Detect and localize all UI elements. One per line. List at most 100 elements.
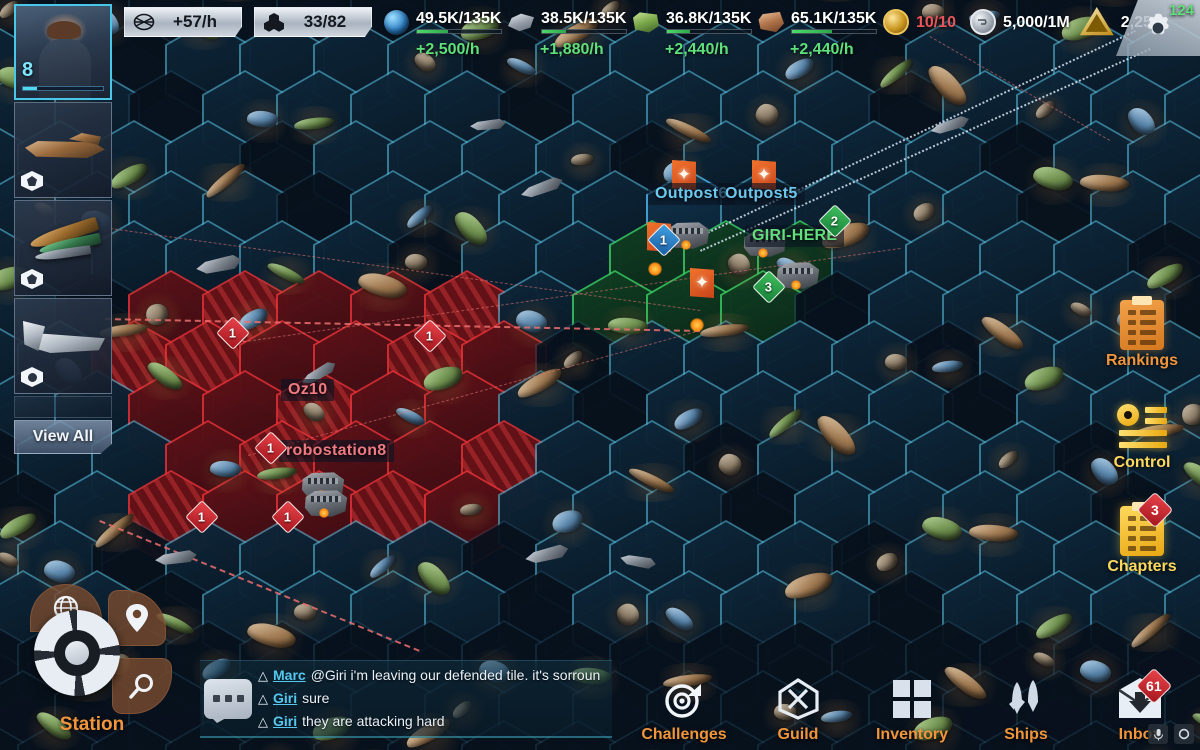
- tile-count-pill[interactable]: 33/82: [254, 7, 372, 37]
- chat-author[interactable]: Marc: [273, 664, 306, 686]
- chapters-badge: 3: [1137, 492, 1174, 529]
- resource-metal[interactable]: 38.5K/135K +1,880/h: [508, 7, 627, 59]
- rail-item-rankings[interactable]: Rankings: [1092, 300, 1192, 370]
- tile-name-label[interactable]: Oz10: [281, 379, 334, 401]
- nav-label-ships: Ships: [1004, 726, 1048, 744]
- record-icon[interactable]: [1174, 724, 1194, 744]
- chat-message[interactable]: △ Marc @Giri i'm leaving our defended ti…: [258, 664, 606, 687]
- faction-icon: △: [258, 688, 268, 710]
- resource-energy[interactable]: 10/10: [883, 7, 956, 37]
- clipboard-icon: 3: [1120, 506, 1164, 556]
- station-wheel: Station: [8, 576, 186, 744]
- currency-coin-value: 5,000/1M: [1003, 14, 1070, 31]
- microphone-icon[interactable]: [1148, 724, 1168, 744]
- commander-xp-bar: [22, 86, 104, 91]
- rail-label-rankings: Rankings: [1106, 352, 1178, 370]
- corner-controls: [1148, 724, 1194, 744]
- chat-text: @Giri i'm leaving our defended tile. it'…: [311, 664, 601, 686]
- resource-metal-bar: [541, 29, 627, 34]
- inbox-badge-count: 61: [1146, 678, 1162, 694]
- chat-text: sure: [302, 687, 329, 709]
- currency-coin[interactable]: 5,000/1M: [970, 7, 1070, 37]
- chat-messages: △ Marc @Giri i'm leaving our defended ti…: [258, 664, 606, 733]
- resource-gas-rate: +2,440/h: [665, 41, 729, 59]
- chat-author[interactable]: Giri: [273, 687, 297, 709]
- hexcluster-icon: [263, 12, 285, 32]
- rail-item-control[interactable]: Control: [1092, 404, 1192, 472]
- production-rate-pill[interactable]: +57/h: [124, 7, 242, 37]
- wheel-item-search[interactable]: [112, 658, 172, 714]
- nav-item-guild[interactable]: Guild: [756, 675, 840, 744]
- ingot-icon: [508, 12, 534, 32]
- orb-blue-icon: [384, 10, 409, 35]
- ship-art-1: [21, 111, 105, 179]
- guild-icon: [774, 675, 822, 723]
- nav-label-guild: Guild: [778, 726, 819, 744]
- tile-count-badge[interactable]: 1: [271, 500, 305, 534]
- copper-icon: [758, 11, 784, 33]
- view-all-button[interactable]: View All: [14, 420, 112, 454]
- nav-label-challenges: Challenges: [641, 726, 726, 744]
- left-sidebar: 8 View All: [14, 4, 112, 454]
- nav-item-challenges[interactable]: Challenges: [642, 675, 726, 744]
- ship-art-2: [21, 209, 105, 277]
- resource-ore-bar: [791, 29, 877, 34]
- net-icon: [133, 12, 155, 32]
- gem-green-icon: [633, 11, 659, 33]
- top-resource-bar: +57/h 33/82 49.5K/135K +2,500/h 38.5K/13…: [0, 0, 1200, 62]
- resource-ore-rate: +2,440/h: [790, 41, 854, 59]
- chat-text: they are attacking hard: [302, 710, 444, 732]
- nav-item-inventory[interactable]: Inventory: [870, 675, 954, 744]
- resource-crystal-bar: [416, 29, 502, 34]
- ship-card-partial[interactable]: [14, 396, 112, 418]
- tile-count-value: 33/82: [293, 12, 357, 32]
- chat-message[interactable]: △ Giri they are attacking hard: [258, 710, 606, 733]
- ship-card-2[interactable]: [14, 200, 112, 296]
- tile-count-badge[interactable]: 1: [216, 316, 250, 350]
- chat-author[interactable]: Giri: [273, 710, 297, 732]
- tile-name-label[interactable]: Outpost5: [718, 183, 805, 205]
- faction-icon: △: [258, 711, 268, 733]
- token-icon: [1080, 7, 1114, 37]
- ship-card-3[interactable]: [14, 298, 112, 394]
- ship-art-3: [21, 307, 105, 375]
- resource-metal-amount: 38.5K/135K: [541, 10, 627, 27]
- nav-label-inventory: Inventory: [876, 726, 948, 744]
- resource-crystal-amount: 49.5K/135K: [416, 10, 502, 27]
- resource-gas-bar: [666, 29, 752, 34]
- map-pin-icon: [124, 603, 150, 633]
- tile-count-badge[interactable]: 3: [752, 270, 786, 304]
- chat-bubble-icon[interactable]: [204, 679, 252, 719]
- tile-count-badge[interactable]: 1: [185, 500, 219, 534]
- tile-count-badge[interactable]: 1: [647, 223, 681, 257]
- resource-crystal-rate: +2,500/h: [416, 41, 480, 59]
- ship-card-1[interactable]: [14, 102, 112, 198]
- nav-item-ships[interactable]: Ships: [984, 675, 1068, 744]
- station-wheel-hub[interactable]: [34, 610, 120, 696]
- resource-gas-amount: 36.8K/135K: [666, 10, 752, 27]
- resource-metal-rate: +1,880/h: [540, 41, 604, 59]
- right-rail: Rankings Control 3 Chapters: [1092, 300, 1192, 610]
- clipboard-icon: [1120, 300, 1164, 350]
- target-icon: [661, 675, 707, 723]
- tile-count-badge[interactable]: 1: [413, 319, 447, 353]
- resource-ore[interactable]: 65.1K/135K +2,440/h: [758, 7, 877, 59]
- resource-gas[interactable]: 36.8K/135K +2,440/h: [633, 7, 752, 59]
- rockets-icon: [1003, 675, 1049, 723]
- chapters-badge-count: 3: [1151, 502, 1159, 518]
- rail-label-chapters: Chapters: [1107, 558, 1176, 576]
- rail-item-chapters[interactable]: 3 Chapters: [1092, 506, 1192, 576]
- grid-icon: [889, 675, 935, 723]
- production-rate-value: +57/h: [163, 12, 227, 32]
- faction-icon: △: [258, 665, 268, 687]
- gold-orb-icon: [883, 9, 909, 35]
- search-icon: [128, 672, 156, 700]
- tile-name-label[interactable]: robostation8: [279, 440, 394, 462]
- resource-crystal[interactable]: 49.5K/135K +2,500/h: [384, 7, 502, 59]
- resource-ore-amount: 65.1K/135K: [791, 10, 877, 27]
- commander-level: 8: [22, 59, 33, 82]
- chat-message[interactable]: △ Giri sure: [258, 687, 606, 710]
- control-icon: [1117, 404, 1167, 452]
- chat-panel[interactable]: △ Marc @Giri i'm leaving our defended ti…: [200, 660, 612, 738]
- bottom-navigation: Challenges Guild Inventory Ships 61 Inbo…: [642, 675, 1194, 744]
